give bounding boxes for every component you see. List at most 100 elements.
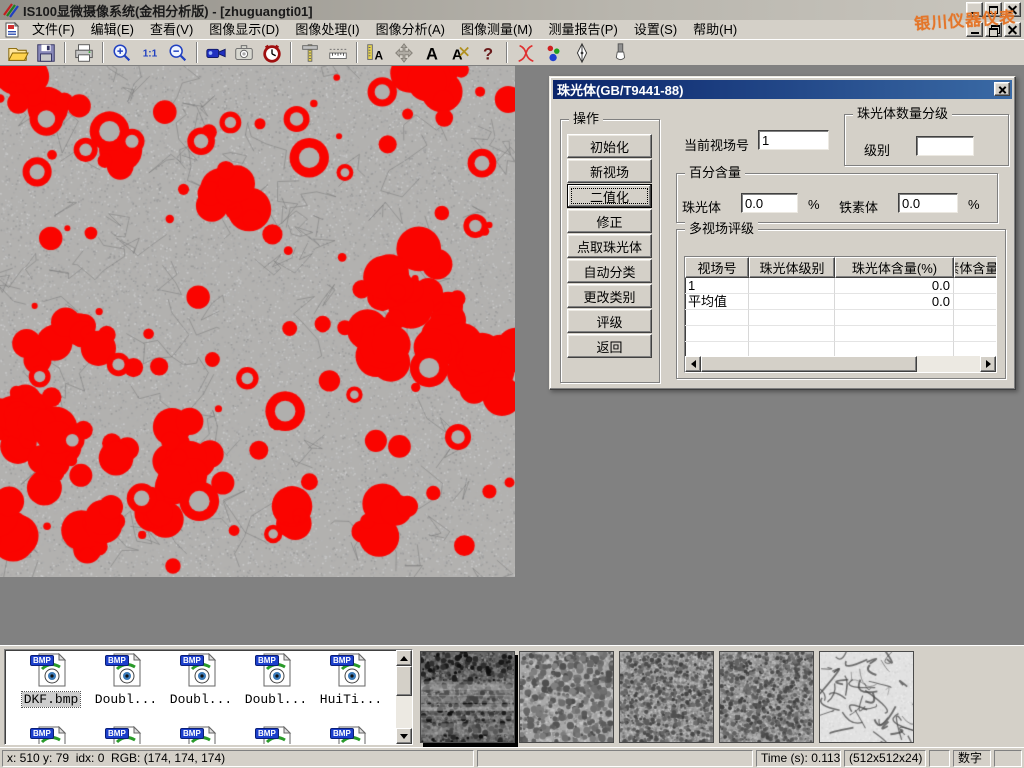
table-row[interactable]: 1 0.0 xyxy=(685,278,996,294)
file-item[interactable]: BMP xyxy=(15,726,87,745)
document-icon[interactable] xyxy=(4,22,20,38)
thumbnail-5[interactable] xyxy=(819,651,914,743)
ferrite-percent-input[interactable] xyxy=(898,193,958,213)
move-button[interactable] xyxy=(390,40,418,65)
bmp-badge: BMP xyxy=(105,728,129,739)
new-field-button[interactable]: 新视场 xyxy=(567,159,652,183)
bmp-file-icon: BMP xyxy=(32,726,70,745)
save-button[interactable] xyxy=(32,40,60,65)
ferrite-percent-label: 铁素体 xyxy=(839,197,878,216)
col-pearlite-grade: 珠光体级别 xyxy=(749,257,835,278)
grade-input[interactable] xyxy=(916,136,974,156)
scroll-left-button[interactable] xyxy=(685,356,701,372)
print-button[interactable] xyxy=(70,40,98,65)
file-name[interactable]: DKF.bmp xyxy=(22,692,81,707)
auto-classify-button[interactable]: 自动分类 xyxy=(567,259,652,283)
thumbnail-4[interactable] xyxy=(719,651,814,743)
timer-button[interactable] xyxy=(258,40,286,65)
brush-button[interactable] xyxy=(606,40,634,65)
caliper-button[interactable] xyxy=(296,40,324,65)
menu-report[interactable]: 测量报告(P) xyxy=(540,21,625,39)
scroll-right-button[interactable] xyxy=(980,356,996,372)
menu-help[interactable]: 帮助(H) xyxy=(685,21,745,39)
table-row[interactable]: 平均值 0.0 xyxy=(685,294,996,310)
video-camera-button[interactable] xyxy=(202,40,230,65)
menu-settings[interactable]: 设置(S) xyxy=(626,21,685,39)
current-field-input[interactable] xyxy=(758,130,829,150)
file-name[interactable]: HuiTi... xyxy=(318,692,384,707)
correct-button[interactable]: 修正 xyxy=(567,209,652,233)
table-horizontal-scrollbar[interactable] xyxy=(685,356,996,372)
file-name[interactable]: Doubl... xyxy=(243,692,309,707)
actual-size-button[interactable]: 1:1 xyxy=(136,40,164,65)
mdi-minimize-button[interactable] xyxy=(966,22,983,37)
dialog-title-bar[interactable]: 珠光体(GB/T9441-88) xyxy=(553,80,1012,99)
file-item[interactable]: BMP xyxy=(240,726,312,745)
file-name[interactable]: Doubl... xyxy=(168,692,234,707)
pen-button[interactable] xyxy=(568,40,596,65)
file-item[interactable]: BMP xyxy=(165,726,237,745)
thumbnail-3[interactable] xyxy=(619,651,714,743)
scroll-down-button[interactable] xyxy=(396,728,412,744)
scrollbar-thumb[interactable] xyxy=(396,666,412,696)
initialize-button[interactable]: 初始化 xyxy=(567,134,652,158)
menu-image-analysis[interactable]: 图像分析(A) xyxy=(368,21,453,39)
zoom-out-button[interactable] xyxy=(164,40,192,65)
menu-edit[interactable]: 编辑(E) xyxy=(83,21,142,39)
menu-file[interactable]: 文件(F) xyxy=(24,21,83,39)
close-button[interactable] xyxy=(1004,2,1021,17)
dialog-close-button[interactable] xyxy=(994,82,1010,96)
thumbnail-1[interactable] xyxy=(420,651,515,743)
pick-pearlite-button[interactable]: 点取珠光体 xyxy=(567,234,652,258)
bmp-badge: BMP xyxy=(255,655,279,666)
scrollbar-thumb[interactable] xyxy=(701,356,917,372)
delete-text-button[interactable]: A xyxy=(446,40,474,65)
menu-image-measure[interactable]: 图像测量(M) xyxy=(453,21,541,39)
file-item[interactable]: BMP HuiTi... xyxy=(315,653,387,707)
toolbar-separator xyxy=(290,42,292,63)
file-name[interactable]: Doubl... xyxy=(93,692,159,707)
thumbnail-2[interactable] xyxy=(519,651,614,743)
dialog-title: 珠光体(GB/T9441-88) xyxy=(557,80,683,99)
mdi-close-button[interactable] xyxy=(1004,22,1021,37)
help-button[interactable]: ? xyxy=(474,40,502,65)
micrograph-image[interactable] xyxy=(0,66,515,577)
zoom-in-button[interactable] xyxy=(108,40,136,65)
mdi-restore-button[interactable] xyxy=(985,22,1002,37)
bmp-file-icon: BMP xyxy=(182,726,220,745)
pearlite-percent-input[interactable] xyxy=(741,193,798,213)
menu-image-process[interactable]: 图像处理(I) xyxy=(287,21,367,39)
measure-text-icon: A xyxy=(365,42,387,64)
file-item[interactable]: BMP Doubl... xyxy=(240,653,312,707)
open-button[interactable] xyxy=(4,40,32,65)
return-button[interactable]: 返回 xyxy=(567,334,652,358)
camera-button[interactable] xyxy=(230,40,258,65)
mdi-restore-icon xyxy=(989,25,999,34)
rate-button[interactable]: 评级 xyxy=(567,309,652,333)
table-row[interactable] xyxy=(685,310,996,326)
minimize-button[interactable] xyxy=(966,2,983,17)
file-item[interactable]: BMP DKF.bmp xyxy=(15,653,87,707)
scrollbar-track[interactable] xyxy=(917,356,980,372)
arrow-right-icon xyxy=(986,360,991,368)
file-item[interactable]: BMP Doubl... xyxy=(165,653,237,707)
file-item[interactable]: BMP xyxy=(90,726,162,745)
binarize-button[interactable]: 二值化 xyxy=(567,184,652,208)
file-item[interactable]: BMP Doubl... xyxy=(90,653,162,707)
scroll-up-button[interactable] xyxy=(396,650,412,666)
particle-classify-button[interactable] xyxy=(540,40,568,65)
menu-image-display[interactable]: 图像显示(D) xyxy=(201,21,287,39)
bmp-badge: BMP xyxy=(30,728,54,739)
text-button[interactable]: A xyxy=(418,40,446,65)
curve-button[interactable] xyxy=(512,40,540,65)
maximize-button[interactable] xyxy=(985,2,1002,17)
menu-view[interactable]: 查看(V) xyxy=(142,21,201,39)
file-browser-scrollbar[interactable] xyxy=(396,650,412,744)
table-row[interactable] xyxy=(685,326,996,342)
file-item[interactable]: BMP xyxy=(315,726,387,745)
change-class-button[interactable]: 更改类别 xyxy=(567,284,652,308)
cursor-coordinates: x: 510 y: 79 idx: 0 RGB: (174, 174, 174) xyxy=(2,750,474,767)
ruler-button[interactable] xyxy=(324,40,352,65)
percent-group-label: 百分含量 xyxy=(685,166,745,180)
measure-text-button[interactable]: A xyxy=(362,40,390,65)
